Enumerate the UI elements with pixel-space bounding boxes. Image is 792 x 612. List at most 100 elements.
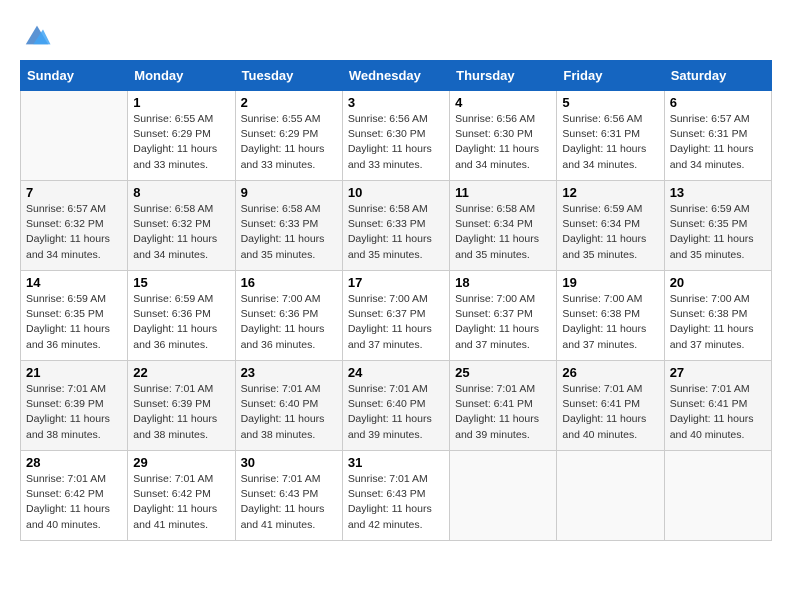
calendar-cell: 25 Sunrise: 7:01 AMSunset: 6:41 PMDayligh… [450,361,557,451]
logo-icon [22,20,52,50]
day-info: Sunrise: 6:58 AMSunset: 6:33 PMDaylight:… [348,202,444,263]
day-number: 22 [133,365,229,380]
day-number: 19 [562,275,658,290]
day-number: 8 [133,185,229,200]
calendar-cell: 9Sunrise: 6:58 AMSunset: 6:33 PMDaylight… [235,181,342,271]
day-info: Sunrise: 7:01 AMSunset: 6:41 PMDaylight:… [562,382,658,443]
calendar-week-row: 7Sunrise: 6:57 AMSunset: 6:32 PMDaylight… [21,181,772,271]
day-number: 10 [348,185,444,200]
day-number: 17 [348,275,444,290]
calendar-week-row: 1Sunrise: 6:55 AMSunset: 6:29 PMDaylight… [21,91,772,181]
day-info: Sunrise: 6:57 AMSunset: 6:32 PMDaylight:… [26,202,122,263]
day-info: Sunrise: 7:01 AMSunset: 6:42 PMDaylight:… [133,472,229,533]
day-number: 12 [562,185,658,200]
calendar-cell: 5 Sunrise: 6:56 AMSunset: 6:31 PMDaylight… [557,91,664,181]
day-number: 6 [670,95,766,110]
day-number: 24 [348,365,444,380]
day-info: Sunrise: 6:59 AMSunset: 6:34 PMDaylight:… [562,202,658,263]
calendar-cell [664,451,771,541]
col-header-sunday: Sunday [21,61,128,91]
calendar-cell: 14 Sunrise: 6:59 AMSunset: 6:35 PMDayligh… [21,271,128,361]
logo [20,20,52,50]
col-header-friday: Friday [557,61,664,91]
day-number: 14 [26,275,122,290]
day-number: 13 [670,185,766,200]
calendar-cell: 22 Sunrise: 7:01 AMSunset: 6:39 PMDayligh… [128,361,235,451]
col-header-tuesday: Tuesday [235,61,342,91]
day-number: 27 [670,365,766,380]
day-info: Sunrise: 7:00 AMSunset: 6:38 PMDaylight:… [562,292,658,353]
header [20,20,772,50]
page: SundayMondayTuesdayWednesdayThursdayFrid… [0,0,792,561]
day-info: Sunrise: 6:56 AMSunset: 6:31 PMDaylight:… [562,112,658,173]
day-info: Sunrise: 6:55 AMSunset: 6:29 PMDaylight:… [241,112,337,173]
calendar-cell: 8Sunrise: 6:58 AMSunset: 6:32 PMDaylight… [128,181,235,271]
calendar-cell: 1Sunrise: 6:55 AMSunset: 6:29 PMDaylight… [128,91,235,181]
day-number: 30 [241,455,337,470]
day-info: Sunrise: 7:00 AMSunset: 6:37 PMDaylight:… [348,292,444,353]
calendar-week-row: 28 Sunrise: 7:01 AMSunset: 6:42 PMDayligh… [21,451,772,541]
day-info: Sunrise: 7:01 AMSunset: 6:40 PMDaylight:… [241,382,337,443]
calendar-cell: 31 Sunrise: 7:01 AMSunset: 6:43 PMDayligh… [342,451,449,541]
day-info: Sunrise: 7:01 AMSunset: 6:43 PMDaylight:… [348,472,444,533]
calendar-cell [557,451,664,541]
day-info: Sunrise: 6:55 AMSunset: 6:29 PMDaylight:… [133,112,229,173]
calendar-cell: 18 Sunrise: 7:00 AMSunset: 6:37 PMDayligh… [450,271,557,361]
calendar-cell: 26 Sunrise: 7:01 AMSunset: 6:41 PMDayligh… [557,361,664,451]
calendar-cell: 6 Sunrise: 6:57 AMSunset: 6:31 PMDaylight… [664,91,771,181]
day-number: 26 [562,365,658,380]
day-info: Sunrise: 7:01 AMSunset: 6:41 PMDaylight:… [670,382,766,443]
calendar-cell: 17 Sunrise: 7:00 AMSunset: 6:37 PMDayligh… [342,271,449,361]
day-number: 21 [26,365,122,380]
calendar-cell: 30 Sunrise: 7:01 AMSunset: 6:43 PMDayligh… [235,451,342,541]
day-number: 9 [241,185,337,200]
day-number: 25 [455,365,551,380]
col-header-monday: Monday [128,61,235,91]
calendar-body: 1Sunrise: 6:55 AMSunset: 6:29 PMDaylight… [21,91,772,541]
calendar-cell: 15 Sunrise: 6:59 AMSunset: 6:36 PMDayligh… [128,271,235,361]
day-info: Sunrise: 7:01 AMSunset: 6:39 PMDaylight:… [133,382,229,443]
day-info: Sunrise: 7:01 AMSunset: 6:43 PMDaylight:… [241,472,337,533]
calendar-cell: 7Sunrise: 6:57 AMSunset: 6:32 PMDaylight… [21,181,128,271]
calendar-cell: 23Sunrise: 7:01 AMSunset: 6:40 PMDayligh… [235,361,342,451]
day-number: 2 [241,95,337,110]
calendar-cell [21,91,128,181]
day-number: 28 [26,455,122,470]
day-info: Sunrise: 6:59 AMSunset: 6:35 PMDaylight:… [26,292,122,353]
day-info: Sunrise: 7:00 AMSunset: 6:37 PMDaylight:… [455,292,551,353]
day-info: Sunrise: 7:01 AMSunset: 6:41 PMDaylight:… [455,382,551,443]
day-info: Sunrise: 6:57 AMSunset: 6:31 PMDaylight:… [670,112,766,173]
col-header-wednesday: Wednesday [342,61,449,91]
day-number: 3 [348,95,444,110]
day-number: 11 [455,185,551,200]
calendar-cell: 4 Sunrise: 6:56 AMSunset: 6:30 PMDaylight… [450,91,557,181]
calendar-cell: 12 Sunrise: 6:59 AMSunset: 6:34 PMDayligh… [557,181,664,271]
calendar-week-row: 21 Sunrise: 7:01 AMSunset: 6:39 PMDayligh… [21,361,772,451]
day-number: 15 [133,275,229,290]
day-number: 29 [133,455,229,470]
calendar-cell: 20Sunrise: 7:00 AMSunset: 6:38 PMDayligh… [664,271,771,361]
day-number: 5 [562,95,658,110]
calendar-table: SundayMondayTuesdayWednesdayThursdayFrid… [20,60,772,541]
calendar-cell: 19 Sunrise: 7:00 AMSunset: 6:38 PMDayligh… [557,271,664,361]
day-number: 31 [348,455,444,470]
day-number: 16 [241,275,337,290]
calendar-cell: 27 Sunrise: 7:01 AMSunset: 6:41 PMDayligh… [664,361,771,451]
day-info: Sunrise: 7:00 AMSunset: 6:38 PMDaylight:… [670,292,766,353]
day-info: Sunrise: 6:56 AMSunset: 6:30 PMDaylight:… [455,112,551,173]
day-info: Sunrise: 6:59 AMSunset: 6:35 PMDaylight:… [670,202,766,263]
calendar-cell: 10 Sunrise: 6:58 AMSunset: 6:33 PMDayligh… [342,181,449,271]
calendar-header-row: SundayMondayTuesdayWednesdayThursdayFrid… [21,61,772,91]
calendar-cell: 24 Sunrise: 7:01 AMSunset: 6:40 PMDayligh… [342,361,449,451]
day-info: Sunrise: 7:00 AMSunset: 6:36 PMDaylight:… [241,292,337,353]
day-number: 18 [455,275,551,290]
col-header-thursday: Thursday [450,61,557,91]
calendar-cell: 28 Sunrise: 7:01 AMSunset: 6:42 PMDayligh… [21,451,128,541]
calendar-cell: 13 Sunrise: 6:59 AMSunset: 6:35 PMDayligh… [664,181,771,271]
calendar-cell: 29 Sunrise: 7:01 AMSunset: 6:42 PMDayligh… [128,451,235,541]
day-info: Sunrise: 6:59 AMSunset: 6:36 PMDaylight:… [133,292,229,353]
day-info: Sunrise: 7:01 AMSunset: 6:40 PMDaylight:… [348,382,444,443]
day-info: Sunrise: 7:01 AMSunset: 6:42 PMDaylight:… [26,472,122,533]
day-info: Sunrise: 7:01 AMSunset: 6:39 PMDaylight:… [26,382,122,443]
day-number: 4 [455,95,551,110]
